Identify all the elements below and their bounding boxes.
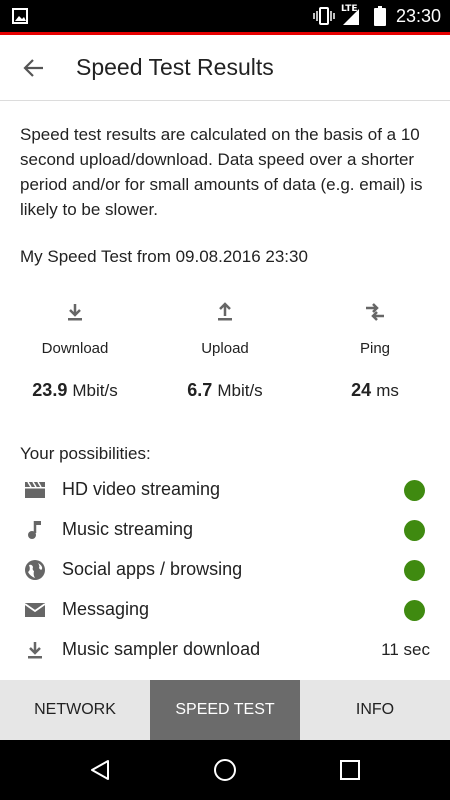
ping-number: 24: [351, 380, 372, 400]
download-icon: [28, 642, 42, 659]
upload-label: Upload: [201, 340, 249, 357]
status-ok-indicator: [404, 480, 425, 501]
intro-text: Speed test results are calculated on the…: [20, 125, 423, 219]
possibility-label: Music streaming: [62, 519, 194, 539]
possibility-label: Messaging: [62, 599, 150, 619]
possibility-label: Social apps / browsing: [62, 559, 243, 579]
test-timestamp: My Speed Test from 09.08.2016 23:30: [20, 247, 308, 266]
tab-info[interactable]: INFO: [300, 680, 450, 740]
navigation-bar: [0, 740, 450, 800]
status-time: 23:30: [396, 6, 442, 26]
download-unit: Mbit/s: [72, 381, 118, 400]
nav-back-icon[interactable]: [88, 758, 112, 782]
ping-value: 24 ms: [300, 380, 450, 401]
list-item-messaging: Messaging: [0, 590, 450, 630]
download-value: 23.9 Mbit/s: [0, 380, 150, 401]
mail-icon: [24, 603, 46, 617]
list-item-social-apps: Social apps / browsing: [0, 550, 450, 590]
signal-icon: [343, 9, 359, 25]
possibility-label: Music sampler download: [62, 639, 261, 659]
list-item-music-sampler: Music sampler download 11 sec: [0, 630, 450, 670]
list-item-hd-video: HD video streaming: [0, 470, 450, 510]
movie-icon: [25, 481, 45, 498]
upload-metric: Upload 6.7 Mbit/s: [150, 300, 300, 401]
upload-value: 6.7 Mbit/s: [150, 380, 300, 401]
bottom-tabs: NETWORK SPEED TEST INFO: [0, 680, 450, 740]
vibrate-icon: [313, 7, 335, 25]
download-metric: Download 23.9 Mbit/s: [0, 300, 150, 401]
ping-metric: Ping 24 ms: [300, 300, 450, 401]
status-ok-indicator: [404, 560, 425, 581]
possibilities-title: Your possibilities:: [20, 444, 151, 463]
page-title: Speed Test Results: [76, 54, 274, 80]
download-number: 23.9: [32, 380, 68, 400]
tab-network[interactable]: NETWORK: [0, 680, 150, 740]
ping-label: Ping: [359, 340, 391, 357]
swap-arrows-icon: [366, 303, 384, 321]
upload-number: 6.7: [187, 380, 213, 400]
image-notification-icon: [12, 8, 28, 24]
globe-icon: [25, 560, 45, 580]
nav-home-icon[interactable]: [213, 758, 237, 782]
tab-speed-test[interactable]: SPEED TEST: [150, 680, 300, 740]
possibility-label: HD video streaming: [62, 479, 221, 499]
download-label: Download: [41, 340, 109, 357]
download-icon: [68, 304, 82, 321]
nav-recents-icon[interactable]: [338, 758, 362, 782]
app-bar: Speed Test Results: [0, 35, 450, 101]
upload-unit: Mbit/s: [217, 381, 263, 400]
back-arrow-icon[interactable]: [22, 56, 46, 80]
list-item-music-streaming: Music streaming: [0, 510, 450, 550]
ping-unit: ms: [376, 381, 399, 400]
upload-icon: [218, 302, 232, 321]
status-ok-indicator: [404, 520, 425, 541]
download-time-value: 11 sec: [381, 640, 430, 659]
status-bar: LTE 23:30: [0, 0, 450, 32]
battery-icon: [374, 6, 386, 26]
music-note-icon: [28, 521, 41, 539]
status-ok-indicator: [404, 600, 425, 621]
